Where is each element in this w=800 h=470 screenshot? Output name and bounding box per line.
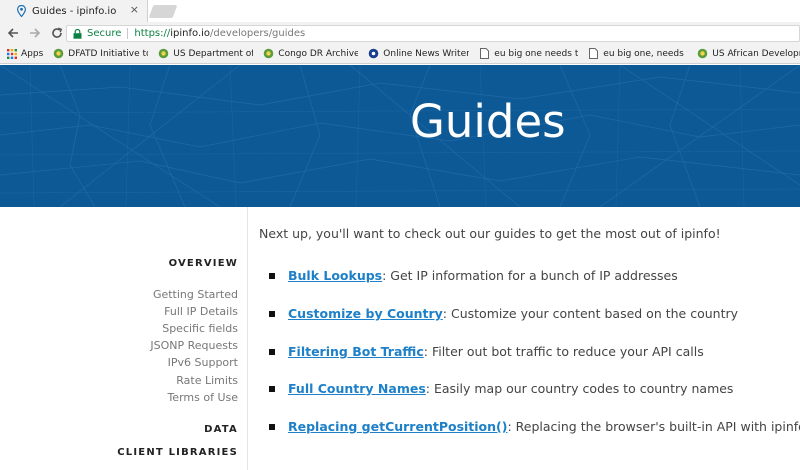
bookmark-label: Online News Writer j: [383, 48, 470, 59]
sidebar-link-specific-fields[interactable]: Specific fields: [162, 322, 238, 336]
location-pin-icon: [16, 5, 26, 17]
reload-icon[interactable]: [48, 24, 66, 42]
bullet-icon: [269, 348, 275, 355]
browser-tab-active[interactable]: Guides - ipinfo.io ×: [0, 0, 148, 22]
bookmark-label: Congo DR Archives -: [278, 48, 358, 59]
bookmark-item[interactable]: DFATD Initiative to Su: [53, 48, 148, 59]
bookmark-label: DFATD Initiative to Su: [68, 48, 148, 59]
guide-description: : Easily map our country codes to countr…: [425, 381, 734, 396]
hero-banner: Guides: [0, 65, 800, 207]
guide-list-item: Full Country Names : Easily map our coun…: [269, 381, 733, 396]
bookmark-item[interactable]: US Department of St: [158, 48, 253, 59]
url-scheme: https://: [134, 28, 171, 39]
bookmark-item[interactable]: eu big one, needs tw: [588, 48, 687, 59]
tab-strip: Guides - ipinfo.io ×: [0, 0, 800, 22]
guide-description: : Filter out bot traffic to reduce your …: [423, 344, 704, 359]
tab-close-icon[interactable]: ×: [130, 4, 139, 16]
docs-sidebar: OVERVIEW Getting Started Full IP Details…: [0, 207, 248, 470]
guide-description: : Get IP information for a bunch of IP a…: [382, 268, 678, 283]
sidebar-link-full-ip-details[interactable]: Full IP Details: [164, 305, 238, 319]
sidebar-link-terms-of-use[interactable]: Terms of Use: [167, 391, 238, 405]
bookmark-label: eu big one, needs tw: [603, 48, 687, 59]
bookmark-label: Apps: [21, 48, 44, 59]
bookmark-label: US African Developm: [712, 48, 800, 59]
back-arrow-icon[interactable]: [4, 24, 22, 42]
bookmark-item[interactable]: US African Developm: [697, 48, 800, 59]
bookmark-item[interactable]: eu big one needs two: [479, 48, 578, 59]
intro-text: Next up, you'll want to check out our gu…: [259, 226, 721, 241]
bullet-icon: [269, 272, 275, 279]
guide-link-filtering-bot-traffic[interactable]: Filtering Bot Traffic: [288, 344, 424, 359]
bookmark-label: US Department of St: [173, 48, 253, 59]
guide-description: : Replacing the browser's built-in API w…: [507, 419, 800, 434]
address-divider: [127, 28, 129, 39]
bookmark-item[interactable]: Congo DR Archives -: [263, 48, 358, 59]
page-title: Guides: [410, 95, 566, 148]
bookmark-item[interactable]: Online News Writer j: [368, 48, 469, 59]
forward-arrow-icon[interactable]: [26, 24, 44, 42]
sidebar-heading-client-libraries[interactable]: CLIENT LIBRARIES: [117, 447, 238, 458]
guide-description: : Customize your content based on the co…: [442, 306, 739, 321]
guide-list-item: Filtering Bot Traffic : Filter out bot t…: [269, 344, 704, 359]
bookmarks-bar: Apps DFATD Initiative to Su US Departmen…: [0, 44, 800, 64]
guide-list-item: Bulk Lookups : Get IP information for a …: [269, 268, 678, 283]
main-content: Next up, you'll want to check out our gu…: [249, 207, 800, 470]
tab-title: Guides - ipinfo.io: [32, 5, 117, 17]
sidebar-heading-data[interactable]: DATA: [204, 424, 238, 435]
page-icon: [588, 48, 599, 59]
blue-circle-icon: [368, 48, 379, 59]
guide-list-item: Customize by Country : Customize your co…: [269, 306, 738, 321]
globe-icon: [53, 48, 64, 59]
guide-link-replacing-getcurrentposition[interactable]: Replacing getCurrentPosition(): [288, 419, 507, 434]
bullet-icon: [269, 423, 275, 430]
url-path: /developers/guides: [210, 28, 306, 39]
sidebar-link-jsonp-requests[interactable]: JSONP Requests: [150, 339, 238, 353]
bullet-icon: [269, 310, 275, 317]
globe-icon: [697, 48, 708, 59]
lock-icon: [73, 28, 82, 39]
sidebar-link-getting-started[interactable]: Getting Started: [153, 288, 238, 302]
globe-icon: [263, 48, 274, 59]
browser-toolbar: Secure https:// ipinfo.io /developers/gu…: [0, 22, 800, 44]
globe-icon: [158, 48, 169, 59]
guide-link-customize-by-country[interactable]: Customize by Country: [288, 306, 443, 321]
guide-link-full-country-names[interactable]: Full Country Names: [288, 381, 426, 396]
guide-link-bulk-lookups[interactable]: Bulk Lookups: [288, 268, 382, 283]
new-tab-button[interactable]: [148, 5, 178, 18]
bookmark-apps[interactable]: Apps: [6, 48, 43, 59]
page-icon: [479, 48, 490, 59]
sidebar-link-ipv6-support[interactable]: IPv6 Support: [168, 356, 238, 370]
url-host: ipinfo.io: [170, 28, 211, 39]
address-bar[interactable]: Secure https:// ipinfo.io /developers/gu…: [66, 25, 800, 42]
secure-label: Secure: [87, 28, 122, 39]
bookmark-label: eu big one needs two: [494, 48, 579, 59]
sidebar-heading-overview[interactable]: OVERVIEW: [169, 258, 238, 269]
apps-grid-icon: [6, 48, 17, 59]
sidebar-link-rate-limits[interactable]: Rate Limits: [176, 374, 238, 388]
guide-list-item: Replacing getCurrentPosition() : Replaci…: [269, 419, 800, 434]
map-background-image: [0, 65, 800, 207]
bullet-icon: [269, 385, 275, 392]
